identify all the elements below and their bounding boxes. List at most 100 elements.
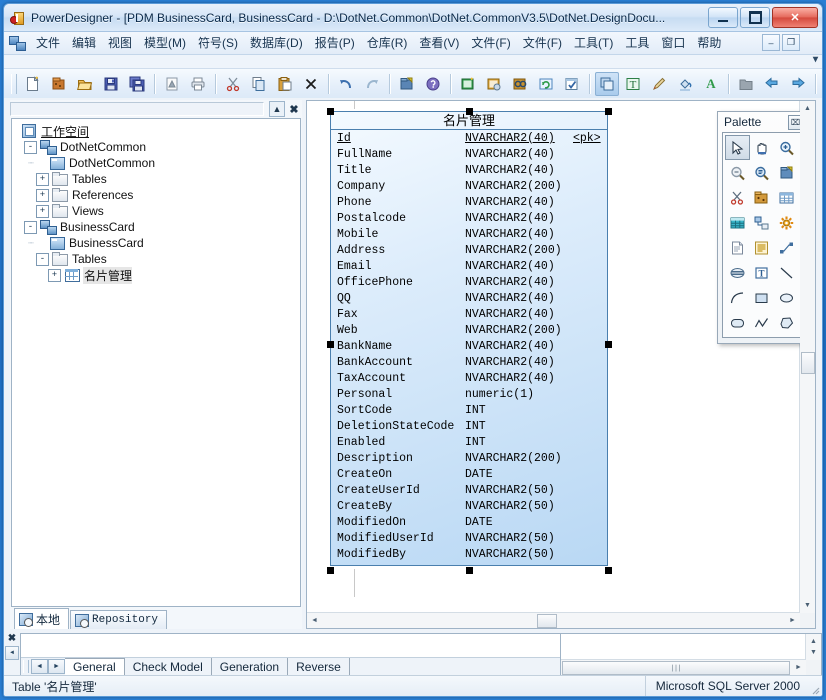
- save-all-icon[interactable]: [125, 72, 149, 96]
- menu-item-browse[interactable]: 查看(V): [413, 33, 465, 53]
- print-preview-icon[interactable]: [160, 72, 184, 96]
- save-icon[interactable]: [99, 72, 123, 96]
- table-column-row[interactable]: Company NVARCHAR2(200): [331, 179, 607, 195]
- table-column-row[interactable]: Email NVARCHAR2(40): [331, 259, 607, 275]
- output-tab-next-button[interactable]: ►: [48, 659, 65, 674]
- tree-expander[interactable]: +: [48, 268, 61, 282]
- browser-collapse-button[interactable]: ▲: [269, 101, 285, 117]
- tree-item-diagram-businesscard[interactable]: ┈ BusinessCard: [16, 235, 300, 251]
- delete-icon[interactable]: [299, 72, 323, 96]
- polyline-tool-icon[interactable]: [750, 310, 775, 335]
- menu-item-view[interactable]: 视图: [102, 33, 138, 53]
- font-color-icon[interactable]: A: [699, 72, 723, 96]
- selection-handle-bl[interactable]: [327, 567, 334, 574]
- tree-item-views-dotnetcommon[interactable]: + Views: [16, 203, 300, 219]
- menu-item-tools[interactable]: 工具(T): [568, 33, 619, 53]
- selection-handle-ml[interactable]: [327, 341, 334, 348]
- find-object-icon[interactable]: [508, 72, 532, 96]
- browser-tab-repository[interactable]: Repository: [70, 610, 168, 629]
- open-folder-icon[interactable]: [73, 72, 97, 96]
- diagram-canvas[interactable]: 名片管理 Id NVARCHAR2(40) <pk> FullName NVAR…: [307, 101, 800, 613]
- horizontal-scroll-thumb[interactable]: [537, 613, 557, 628]
- check-model-icon[interactable]: [560, 72, 584, 96]
- view-tool-icon[interactable]: [725, 210, 750, 235]
- table-column-row[interactable]: Fax NVARCHAR2(40): [331, 307, 607, 323]
- table-column-row[interactable]: Phone NVARCHAR2(40): [331, 195, 607, 211]
- table-column-row[interactable]: DeletionStateCode INT: [331, 419, 607, 435]
- scroll-down-icon[interactable]: ▼: [800, 598, 815, 613]
- mdi-minimize-button[interactable]: –: [762, 34, 780, 51]
- redo-icon[interactable]: [360, 72, 384, 96]
- grey-folder-icon[interactable]: [734, 72, 758, 96]
- selection-handle-br[interactable]: [605, 567, 612, 574]
- tree-item-model-businesscard[interactable]: - BusinessCard: [16, 219, 300, 235]
- output-tab-reverse[interactable]: Reverse: [288, 658, 350, 675]
- output-close-icon[interactable]: ✖: [8, 634, 16, 644]
- open-model-icon[interactable]: [47, 72, 71, 96]
- table-column-row[interactable]: CreateBy NVARCHAR2(50): [331, 499, 607, 515]
- vertical-scroll-thumb[interactable]: [800, 352, 815, 374]
- tree-item-tables-dotnetcommon[interactable]: + Tables: [16, 171, 300, 187]
- new-diagram-icon[interactable]: [456, 72, 480, 96]
- table-column-row[interactable]: CreateOn DATE: [331, 467, 607, 483]
- output-tab-generation[interactable]: Generation: [211, 658, 289, 675]
- grabber-hand-tool-icon[interactable]: [750, 135, 775, 160]
- selection-handle-bc[interactable]: [466, 567, 473, 574]
- table-column-row[interactable]: ModifiedUserId NVARCHAR2(50): [331, 531, 607, 547]
- help-icon[interactable]: [421, 72, 445, 96]
- output-tab-general[interactable]: General: [65, 658, 125, 675]
- table-column-row[interactable]: FullName NVARCHAR2(40): [331, 147, 607, 163]
- zoom-in-tool-icon[interactable]: [774, 135, 799, 160]
- table-column-row[interactable]: Enabled INT: [331, 435, 607, 451]
- table-symbol[interactable]: 名片管理 Id NVARCHAR2(40) <pk> FullName NVAR…: [330, 111, 608, 566]
- table-tool-icon[interactable]: [774, 185, 799, 210]
- properties-tool-icon[interactable]: [774, 160, 799, 185]
- tree-item-diagram-dotnetcommon[interactable]: ┈ DotNetCommon: [16, 155, 300, 171]
- ellipse-tool-icon[interactable]: [774, 285, 799, 310]
- forward-icon[interactable]: [786, 72, 810, 96]
- mdi-restore-button[interactable]: ❐: [782, 34, 800, 51]
- select-tool-icon[interactable]: [595, 72, 619, 96]
- rectangle-tool-icon[interactable]: [750, 285, 775, 310]
- table-column-row[interactable]: Postalcode NVARCHAR2(40): [331, 211, 607, 227]
- browser-drag-bar[interactable]: [10, 102, 264, 116]
- output-vertical-scrollbar[interactable]: ▲ ▼: [805, 634, 821, 660]
- line-tool-icon[interactable]: [774, 260, 799, 285]
- minimize-button[interactable]: [708, 7, 738, 28]
- scroll-right-icon[interactable]: ►: [785, 613, 800, 628]
- resize-grip-icon[interactable]: [806, 675, 822, 696]
- arc-tool-icon[interactable]: [725, 285, 750, 310]
- model-properties-icon[interactable]: [482, 72, 506, 96]
- maximize-button[interactable]: [740, 7, 770, 28]
- scroll-down-icon[interactable]: ▼: [806, 645, 821, 660]
- selection-handle-tl[interactable]: [327, 108, 334, 115]
- close-icon[interactable]: ⌧: [788, 114, 800, 130]
- print-icon[interactable]: [186, 72, 210, 96]
- table-column-row[interactable]: CreateUserId NVARCHAR2(50): [331, 483, 607, 499]
- table-column-row[interactable]: Mobile NVARCHAR2(40): [331, 227, 607, 243]
- scroll-up-icon[interactable]: ▲: [800, 101, 815, 116]
- selection-handle-mr[interactable]: [605, 341, 612, 348]
- menu-item-model[interactable]: 模型(M): [138, 33, 192, 53]
- selection-handle-tr[interactable]: [605, 108, 612, 115]
- reference-tool-icon[interactable]: [750, 210, 775, 235]
- table-column-row[interactable]: OfficePhone NVARCHAR2(40): [331, 275, 607, 291]
- tree-item-references-dotnetcommon[interactable]: + References: [16, 187, 300, 203]
- table-column-row[interactable]: BankAccount NVARCHAR2(40): [331, 355, 607, 371]
- file-tool-icon[interactable]: [725, 235, 750, 260]
- table-column-row[interactable]: ModifiedOn DATE: [331, 515, 607, 531]
- menu-item-window[interactable]: 窗口: [655, 33, 691, 53]
- tree-item-tables-businesscard[interactable]: - Tables: [16, 251, 300, 267]
- menu-item-symbol[interactable]: 符号(S): [192, 33, 244, 53]
- tree-expander[interactable]: +: [36, 172, 49, 186]
- scroll-left-icon[interactable]: ◄: [307, 613, 322, 628]
- rounded-rect-tool-icon[interactable]: [725, 310, 750, 335]
- zoom-page-tool-icon[interactable]: [750, 160, 775, 185]
- table-column-row[interactable]: TaxAccount NVARCHAR2(40): [331, 371, 607, 387]
- new-document-icon[interactable]: [21, 72, 45, 96]
- close-button[interactable]: ✕: [772, 7, 818, 28]
- tree-expander[interactable]: -: [36, 252, 49, 266]
- menu-item-database[interactable]: 数据库(D): [244, 33, 309, 53]
- paste-icon[interactable]: [273, 72, 297, 96]
- properties-icon[interactable]: [395, 72, 419, 96]
